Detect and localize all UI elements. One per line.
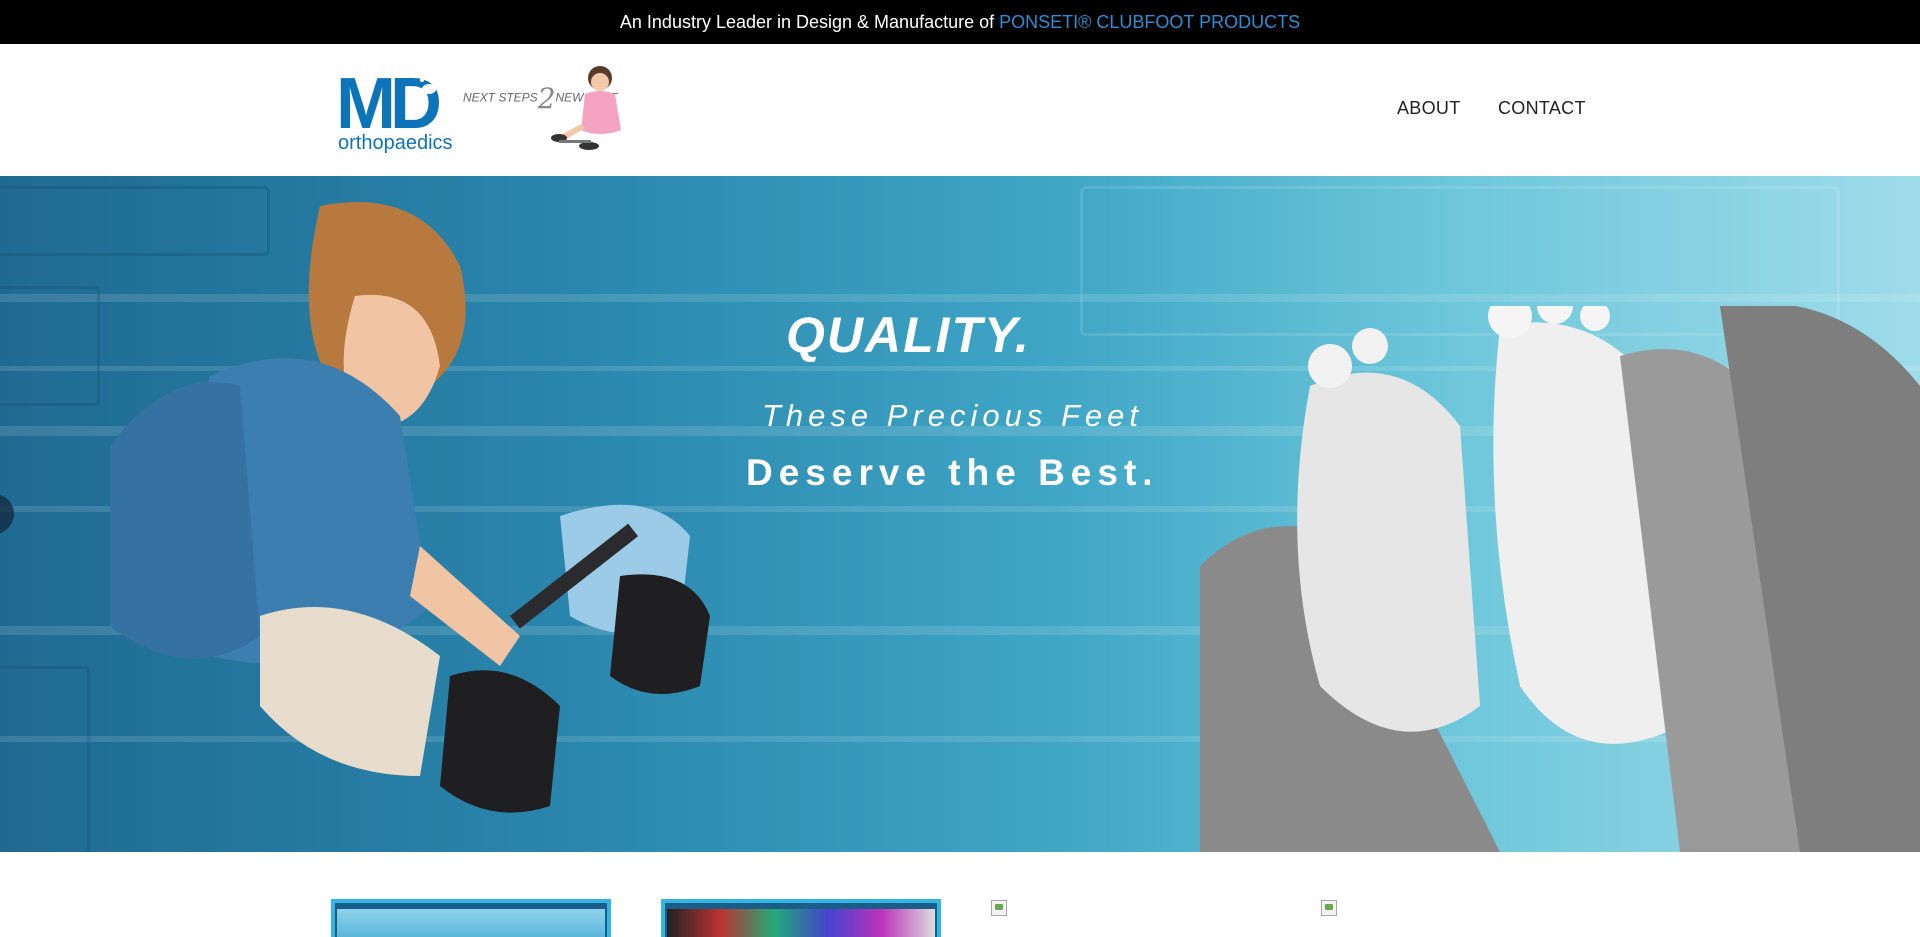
product-tile[interactable] xyxy=(331,899,611,937)
hero-subtitle-line1: These Precious Feet xyxy=(762,398,1144,433)
hero-subtitle-line2: Deserve the Best. xyxy=(746,452,1159,493)
ponseti-products-link[interactable]: PONSETI® CLUBFOOT PRODUCTS xyxy=(999,12,1300,33)
broken-image-icon[interactable] xyxy=(1321,900,1337,916)
hero-decor-rect xyxy=(0,666,90,852)
broken-image-icon[interactable] xyxy=(991,900,1007,916)
hero-banner: QUALITY. These Precious Feet Deserve the… xyxy=(0,176,1920,852)
nav-about-link[interactable]: ABOUT xyxy=(1397,98,1461,119)
toddler-photo xyxy=(551,66,621,150)
slider-prev-arrow[interactable] xyxy=(0,494,14,534)
nav-contact-link[interactable]: CONTACT xyxy=(1498,98,1586,119)
product-image xyxy=(337,909,605,937)
footprint-icon xyxy=(420,77,437,94)
product-image xyxy=(667,909,935,937)
site-header: MD orthopaedics NEXT STEPS2NEW FEET ABOU… xyxy=(0,44,1920,176)
hero-decor-rect xyxy=(0,286,100,406)
hero-title: QUALITY. xyxy=(786,307,1031,363)
md-orthopaedics-logo[interactable]: MD orthopaedics xyxy=(336,68,458,154)
child-with-brace-image xyxy=(110,202,710,813)
logo-subtitle: orthopaedics xyxy=(338,132,453,154)
baby-feet-in-hands-image xyxy=(1200,306,1920,852)
announcement-text: An Industry Leader in Design & Manufactu… xyxy=(619,11,995,32)
announcement-bar: An Industry Leader in Design & Manufactu… xyxy=(0,0,1920,44)
tagline-part1: NEXT STEPS xyxy=(463,90,538,105)
product-tile[interactable] xyxy=(661,899,941,937)
